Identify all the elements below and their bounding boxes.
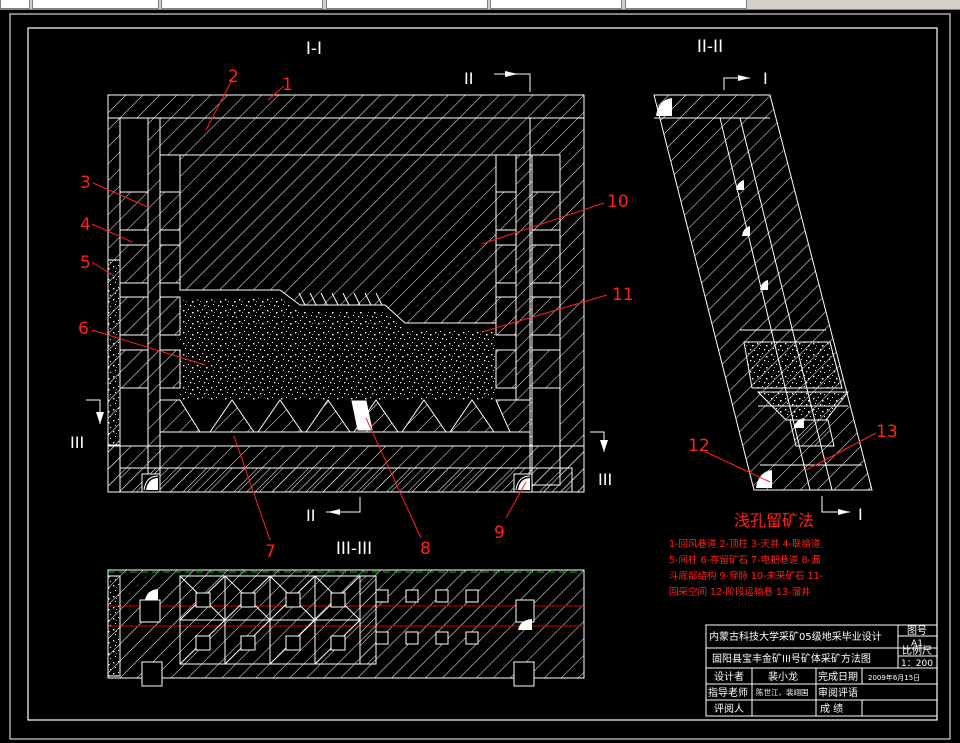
callout-11: 11 <box>612 285 634 305</box>
inclined-orebody <box>653 94 873 491</box>
callout-12: 12 <box>688 436 710 456</box>
mark-iii-right: III <box>598 470 612 489</box>
callout-8: 8 <box>420 539 431 559</box>
callout-5: 5 <box>80 253 91 273</box>
tb-date-label: 完成日期 <box>818 670 858 683</box>
tb-reviewer-label: 评阅人 <box>714 702 744 715</box>
mark-ii-bottom: II <box>306 506 315 525</box>
section-ii-ii-title: II-II <box>697 37 723 57</box>
legend-title: 浅孔留矿法 <box>734 511 814 530</box>
scraper-drift <box>159 431 531 447</box>
callout-4: 4 <box>80 215 91 235</box>
section-iii-iii-title: III-III <box>336 539 372 559</box>
legend: 浅孔留矿法 1-回风巷道 2-顶柱 3-天井 4-联络道 5-间柱 6-存留矿石… <box>669 511 823 598</box>
plan-shaft-left <box>141 661 163 687</box>
unmined-ore <box>179 154 497 324</box>
callout-3: 3 <box>80 173 91 193</box>
callout-7: 7 <box>265 542 276 562</box>
tb-designer: 裴小龙 <box>768 670 798 683</box>
legend-line-2: 5-间柱 6-存留矿石 7-电耙巷道 8-漏 <box>669 554 820 566</box>
section-i-i-title: I-I <box>306 39 322 59</box>
mark-iii-left: III <box>70 433 84 452</box>
section-i-i: I-I II II III III 1 2 3 4 5 6 7 8 9 10 1… <box>70 39 634 562</box>
tb-advisor-label: 指导老师 <box>708 686 748 699</box>
plan-shaft-right <box>513 661 535 687</box>
tb-scale-label: 比例尺 <box>902 644 932 657</box>
mark-i-bottom: I <box>858 505 863 524</box>
roof-pillar <box>107 94 585 119</box>
tb-scale: 1：200 <box>901 659 933 669</box>
cad-drawing: I-I II II III III 1 2 3 4 5 6 7 8 9 10 1… <box>9 13 951 740</box>
tb-school: 内蒙古科技大学采矿05级地采毕业设计 <box>709 630 882 643</box>
callout-9: 9 <box>494 523 505 543</box>
crown-pillar <box>159 117 531 156</box>
tb-advisor: 陈世江、裴翊国 <box>756 687 809 697</box>
callout-10: 10 <box>607 192 629 212</box>
tb-grade-label: 成 绩 <box>820 702 843 715</box>
tb-project: 固阳县宝丰金矿III号矿体采矿方法图 <box>712 652 871 665</box>
tb-designer-label: 设计者 <box>714 670 744 683</box>
callout-2: 2 <box>228 67 239 87</box>
tb-date: 2009年6月15日 <box>868 673 920 682</box>
section-iii-iii: III-III <box>107 539 585 687</box>
haulage-level <box>119 467 573 493</box>
mark-ii-top: II <box>464 69 473 88</box>
mark-i-top: I <box>763 69 768 88</box>
callout-13: 13 <box>876 422 898 442</box>
side-stored-ore <box>743 341 843 389</box>
plan-outline <box>107 569 585 679</box>
legend-line-4: 回采空间 12-阶段运输巷 13-溜井 <box>669 586 811 598</box>
callout-6: 6 <box>78 319 89 339</box>
legend-line-1: 1-回风巷道 2-顶柱 3-天井 4-联络道 <box>669 538 821 550</box>
callout-1: 1 <box>282 75 293 95</box>
legend-line-3: 斗底部结构 9-穿脉 10-未采矿石 11- <box>669 570 823 582</box>
tb-drawing-no-label: 图号 <box>907 625 927 637</box>
tb-review-label: 审阅评语 <box>818 686 858 699</box>
section-ii-ii: II-II I I 12 13 <box>653 37 898 524</box>
